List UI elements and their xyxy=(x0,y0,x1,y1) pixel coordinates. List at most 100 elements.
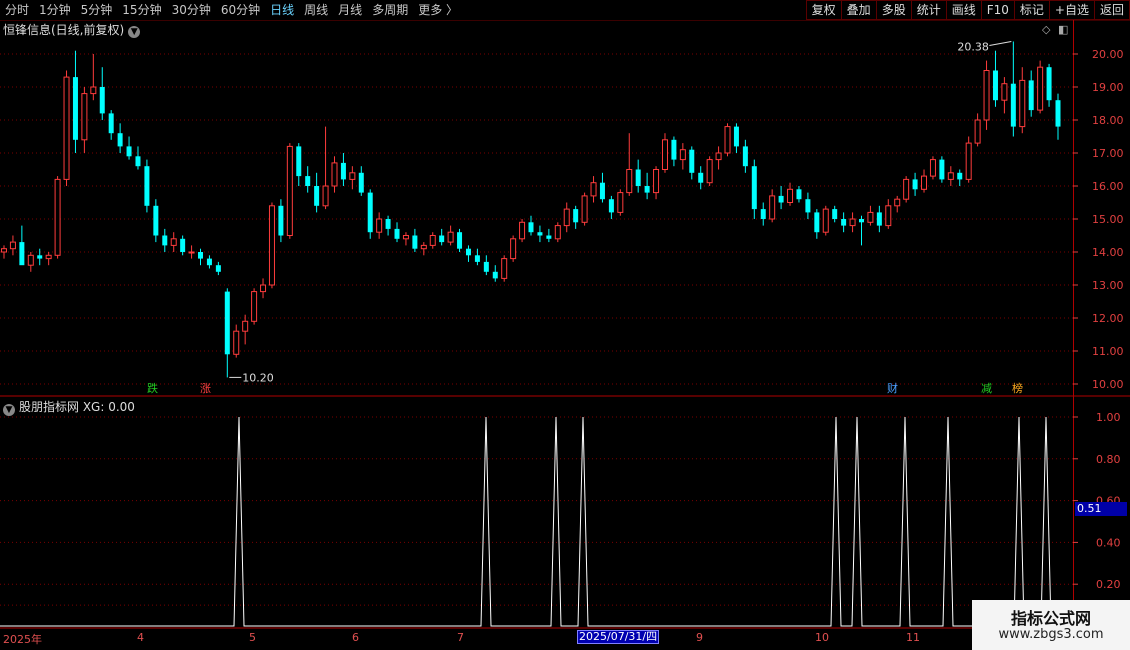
high-price-label: 20.38 xyxy=(957,40,989,53)
candle-body xyxy=(653,169,660,194)
candle-body xyxy=(483,261,489,272)
candle-body xyxy=(420,244,427,250)
candle-body xyxy=(894,198,901,207)
date-label: 10 xyxy=(815,631,829,644)
event-badge-ranking[interactable]: 榜 xyxy=(1011,382,1024,395)
candle-body xyxy=(286,145,293,236)
candle-body xyxy=(751,166,757,210)
candle-body xyxy=(1046,67,1052,101)
candle-body xyxy=(180,238,186,252)
candle-body xyxy=(849,218,856,227)
candle-body xyxy=(429,235,436,246)
indicator-lines xyxy=(0,416,1073,627)
candle-body xyxy=(510,238,517,260)
candle-body xyxy=(27,254,34,266)
candle-body xyxy=(912,179,918,190)
candle-body xyxy=(45,254,52,260)
xg-signal-line xyxy=(0,416,1073,627)
price-tick-label: 17.00 xyxy=(1092,147,1124,160)
candle-body xyxy=(63,76,70,180)
candle-body xyxy=(394,228,400,239)
candle-body xyxy=(974,119,981,144)
candle-body xyxy=(546,235,552,239)
grid-lines xyxy=(0,53,1073,606)
candle-body xyxy=(144,166,150,206)
candle-body xyxy=(260,284,267,293)
price-tick-label: 11.00 xyxy=(1092,345,1124,358)
candle-body xyxy=(965,142,972,180)
candle-body xyxy=(215,265,221,272)
candle-body xyxy=(206,258,212,266)
candle-body xyxy=(251,291,258,322)
candle-body xyxy=(108,113,114,134)
candle-body xyxy=(170,238,177,246)
candle-body xyxy=(37,255,43,259)
price-tick-label: 15.00 xyxy=(1092,213,1124,226)
candle-body xyxy=(376,218,383,233)
event-badge-reduce[interactable]: 减 xyxy=(980,382,993,395)
price-tick-label: 18.00 xyxy=(1092,114,1124,127)
candle-body xyxy=(492,271,498,279)
indicator-tick-label: 0.20 xyxy=(1096,578,1121,591)
candle-body xyxy=(885,205,892,227)
candle-body xyxy=(679,149,686,161)
candle-body xyxy=(805,199,811,213)
candle-body xyxy=(1028,80,1034,111)
candle-body xyxy=(198,252,204,259)
candle-body xyxy=(474,255,480,262)
high-arrow xyxy=(989,40,1012,46)
candle-body xyxy=(135,156,141,167)
event-badge-fall[interactable]: 跌 xyxy=(146,382,159,395)
candle-body xyxy=(322,185,329,207)
candle-body xyxy=(858,219,864,223)
candle-body xyxy=(671,139,677,160)
candle-body xyxy=(1055,100,1061,127)
candle-body xyxy=(305,176,311,186)
candle-body xyxy=(117,133,123,147)
candle-body xyxy=(626,169,633,194)
watermark-logo: 指标公式网 www.zbgs3.com xyxy=(972,600,1130,650)
candle-body xyxy=(706,159,713,184)
watermark-title: 指标公式网 xyxy=(1010,609,1091,628)
candle-body xyxy=(903,178,910,200)
candle-body xyxy=(519,221,526,240)
candle-body xyxy=(126,146,132,157)
candle-body xyxy=(939,159,945,180)
price-tick-label: 16.00 xyxy=(1092,180,1124,193)
candle-body xyxy=(153,205,159,236)
candle-body xyxy=(867,211,874,223)
candle-body xyxy=(81,93,88,141)
candle-body xyxy=(1019,79,1026,128)
candle-body xyxy=(331,162,338,187)
candle-body xyxy=(233,330,240,355)
candle-body xyxy=(814,212,820,233)
candle-body xyxy=(841,219,847,226)
event-badge-rise[interactable]: 涨 xyxy=(199,382,212,395)
candle-body xyxy=(590,182,597,197)
candle-body xyxy=(465,248,471,256)
candle-body xyxy=(608,199,614,213)
candle-body xyxy=(573,209,579,223)
candle-body xyxy=(162,235,168,246)
candle-body xyxy=(689,149,695,173)
candle-body xyxy=(1010,83,1016,127)
candle-body xyxy=(9,241,16,250)
candle-body xyxy=(617,192,624,213)
candle-body xyxy=(537,232,543,236)
candle-body xyxy=(929,159,936,177)
date-label: 5 xyxy=(249,631,256,644)
candle-body xyxy=(314,186,320,206)
event-badge-finance[interactable]: 财 xyxy=(886,382,899,395)
candle-body xyxy=(832,209,838,219)
indicator-tick-label: 0.80 xyxy=(1096,453,1121,466)
candle-body xyxy=(99,87,105,114)
indicator-tick-label: 1.00 xyxy=(1096,411,1121,424)
candle-body xyxy=(581,195,588,223)
candle-body xyxy=(635,169,641,186)
current-value-tag: 0.51 xyxy=(1075,502,1127,516)
candle-body xyxy=(661,139,668,171)
candle-body xyxy=(439,235,445,243)
kline-chart[interactable]: 20.00 19.00 18.00 17.00 16.00 15.00 14.00 13.00… xyxy=(0,0,1130,650)
candle-body xyxy=(54,178,61,256)
candle-body xyxy=(563,208,570,227)
